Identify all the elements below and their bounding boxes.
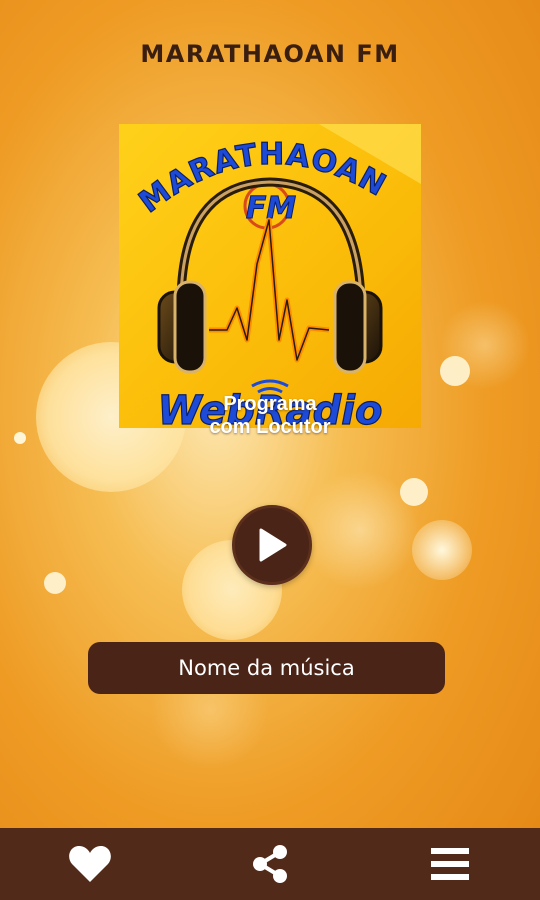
menu-button[interactable] bbox=[405, 828, 495, 900]
station-logo: MARATHAOAN FM WebRadio bbox=[119, 124, 421, 428]
bottom-navigation bbox=[0, 828, 540, 900]
bokeh-light bbox=[440, 300, 530, 390]
bokeh-light bbox=[300, 470, 420, 590]
bokeh-light bbox=[400, 478, 428, 506]
share-button[interactable] bbox=[225, 828, 315, 900]
now-playing-bar: Nome da música bbox=[88, 642, 445, 694]
app-title: MARATHAOAN FM bbox=[140, 40, 400, 68]
bokeh-light bbox=[412, 520, 472, 580]
heart-icon bbox=[69, 846, 111, 882]
play-icon bbox=[259, 528, 287, 562]
station-logo-art: MARATHAOAN FM WebRadio bbox=[132, 124, 421, 428]
play-button[interactable] bbox=[232, 505, 312, 585]
now-playing-title: Nome da música bbox=[178, 656, 355, 680]
signal-icon bbox=[251, 379, 289, 388]
menu-icon bbox=[431, 848, 469, 880]
program-label: Programa com Locutor bbox=[0, 393, 540, 439]
pulse-wave-icon bbox=[209, 217, 330, 363]
program-line-1: Programa bbox=[223, 393, 317, 415]
share-icon bbox=[253, 845, 287, 883]
bokeh-light bbox=[440, 356, 470, 386]
favorite-button[interactable] bbox=[45, 828, 135, 900]
bokeh-light bbox=[44, 572, 66, 594]
program-line-2: com Locutor bbox=[209, 416, 331, 438]
